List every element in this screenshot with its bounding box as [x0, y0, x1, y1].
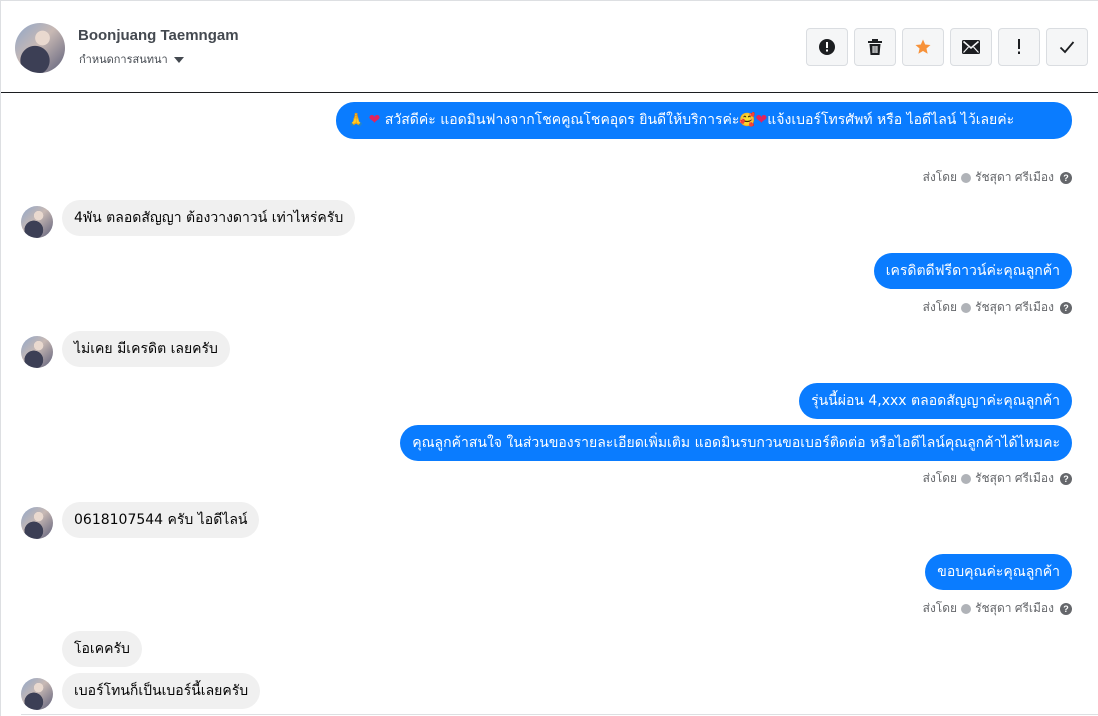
conversation-panel: Boonjuang Taemngam กำหนดการสนทนา 🙏 ❤ สวั…: [0, 0, 1098, 716]
smiling-face-emoji: 🥰: [739, 113, 756, 128]
star-icon: [915, 39, 931, 54]
agent-status-icon: [961, 172, 972, 183]
sent-by-prefix: ส่งโดย: [922, 300, 958, 314]
sent-by-prefix: ส่งโดย: [922, 170, 958, 184]
agent-status-icon: [961, 302, 972, 313]
check-icon: [1059, 41, 1075, 54]
conversation-header: Boonjuang Taemngam กำหนดการสนทนา: [1, 1, 1098, 93]
sent-by-label: ส่งโดย รัชสุดา ศรีเมือง ?: [923, 168, 1072, 187]
message-text: สวัสดีค่ะ แอดมินฟางจากโชคคูณโชคอุดร ยินด…: [380, 112, 740, 128]
follow-up-button[interactable]: [998, 28, 1040, 66]
agent-name: รัชสุดา ศรีเมือง: [975, 300, 1054, 314]
incoming-message[interactable]: 4พัน ตลอดสัญญา ต้องวางดาวน์ เท่าไหร่ครับ: [62, 200, 356, 236]
agent-status-icon: [961, 473, 972, 484]
incoming-message[interactable]: ไม่เคย มีเครดิต เลยครับ: [62, 331, 230, 367]
agent-name: รัชสุดา ศรีเมือง: [975, 601, 1054, 615]
mark-done-button[interactable]: [1046, 28, 1088, 66]
envelope-icon: [962, 40, 980, 54]
sent-by-label: ส่งโดย รัชสุดา ศรีเมือง ?: [923, 599, 1072, 618]
incoming-message[interactable]: เบอร์โทนก็เป็นเบอร์นี้เลยครับ: [62, 673, 261, 709]
trash-icon: [868, 39, 882, 55]
delete-button[interactable]: [854, 28, 896, 66]
contact-avatar[interactable]: [21, 507, 53, 539]
sent-by-prefix: ส่งโดย: [922, 471, 958, 485]
agent-name: รัชสุดา ศรีเมือง: [975, 170, 1054, 184]
contact-name[interactable]: Boonjuang Taemngam: [78, 27, 239, 44]
agent-name: รัชสุดา ศรีเมือง: [975, 471, 1054, 485]
incoming-message[interactable]: โอเคครับ: [62, 631, 142, 667]
mark-unread-button[interactable]: [950, 28, 992, 66]
conversation-toolbar: [806, 28, 1088, 66]
contact-avatar[interactable]: [21, 206, 53, 238]
help-icon[interactable]: ?: [1060, 171, 1072, 184]
help-icon[interactable]: ?: [1060, 472, 1072, 485]
star-button[interactable]: [902, 28, 944, 66]
composer-divider: [21, 714, 1098, 715]
message-list[interactable]: 🙏 ❤ สวัสดีค่ะ แอดมินฟางจากโชคคูณโชคอุดร …: [1, 94, 1098, 714]
heart-icon: ❤: [755, 112, 768, 128]
outgoing-message[interactable]: ขอบคุณค่ะคุณลูกค้า: [925, 554, 1072, 590]
pray-emoji: 🙏: [348, 113, 365, 128]
message-text: แจ้งเบอร์โทรศัพท์ หรือ ไอดีไลน์ ไว้เลยค่…: [767, 112, 1015, 128]
incoming-message[interactable]: 0618107544 ครับ ไอดีไลน์: [62, 502, 260, 538]
sent-by-label: ส่งโดย รัชสุดา ศรีเมือง ?: [923, 298, 1072, 317]
sent-by-prefix: ส่งโดย: [922, 601, 958, 615]
outgoing-message[interactable]: คุณลูกค้าสนใจ ในส่วนของรายละเอียดเพิ่มเต…: [400, 425, 1072, 461]
help-icon[interactable]: ?: [1060, 301, 1072, 314]
agent-status-icon: [961, 603, 972, 614]
outgoing-message[interactable]: 🙏 ❤ สวัสดีค่ะ แอดมินฟางจากโชคคูณโชคอุดร …: [336, 102, 1072, 139]
assign-conversation-label: กำหนดการสนทนา: [79, 54, 168, 66]
assign-conversation-dropdown[interactable]: กำหนดการสนทนา: [79, 50, 184, 68]
help-icon[interactable]: ?: [1060, 602, 1072, 615]
alert-circle-icon: [819, 39, 835, 55]
outgoing-message[interactable]: เครดิตดีฟรีดาวน์ค่ะคุณลูกค้า: [873, 253, 1072, 289]
contact-avatar[interactable]: [21, 678, 53, 710]
outgoing-message[interactable]: รุ่นนี้ผ่อน 4,xxx ตลอดสัญญาค่ะคุณลูกค้า: [799, 383, 1072, 419]
caret-down-icon: [173, 56, 184, 63]
heart-icon: ❤: [368, 112, 381, 128]
sent-by-label: ส่งโดย รัชสุดา ศรีเมือง ?: [923, 469, 1072, 488]
contact-avatar[interactable]: [21, 336, 53, 368]
contact-avatar[interactable]: [15, 23, 65, 73]
spam-button[interactable]: [806, 28, 848, 66]
exclamation-icon: [1018, 39, 1020, 54]
